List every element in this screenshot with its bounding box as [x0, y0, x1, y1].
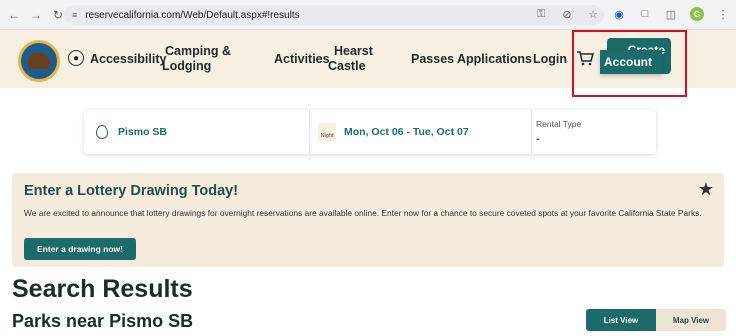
- address-text: reservecalifornia.com/Web/Default.aspx#!…: [85, 9, 300, 21]
- list-view-button[interactable]: List View: [586, 309, 656, 331]
- nav-camping-line2: Lodging: [162, 59, 212, 73]
- shield-extension-icon[interactable]: ◉: [612, 7, 626, 21]
- rental-type-field[interactable]: Rental Type -: [532, 110, 656, 154]
- lottery-description: We are excited to announce that lottery …: [24, 208, 702, 218]
- bookmark-star-icon[interactable]: ☆: [586, 7, 600, 21]
- nav-passes[interactable]: Passes: [411, 52, 454, 67]
- rental-type-label: Rental Type: [536, 119, 582, 129]
- location-field[interactable]: Pismo SB: [84, 110, 310, 154]
- nav-login[interactable]: Login: [533, 52, 567, 67]
- highlight-box: [572, 30, 687, 97]
- browser-toolbar: ← → ↻ ≡ reservecalifornia.com/Web/Defaul…: [0, 0, 736, 30]
- extensions-puzzle-icon[interactable]: □: [638, 7, 652, 21]
- dates-value: Mon, Oct 06 - Tue, Oct 07: [344, 126, 469, 138]
- map-view-button[interactable]: Map View: [656, 309, 726, 331]
- night-badge-icon: Night: [318, 123, 336, 141]
- results-subtitle: Parks near Pismo SB: [12, 311, 194, 331]
- lottery-banner: Enter a Lottery Drawing Today! ★ We are …: [12, 173, 724, 267]
- back-icon[interactable]: ←: [6, 7, 22, 23]
- nav-hearst-line2: Castle: [328, 59, 366, 73]
- california-state-parks-logo[interactable]: [18, 40, 60, 82]
- view-toggle: List View Map View: [586, 309, 726, 331]
- profile-avatar[interactable]: G: [690, 7, 704, 21]
- page-title: Search Results: [12, 275, 193, 303]
- nav-applications[interactable]: Applications: [457, 52, 532, 67]
- accessibility-icon[interactable]: ●: [68, 50, 84, 66]
- enter-drawing-button[interactable]: Enter a drawing now!: [24, 238, 136, 260]
- nav-activities[interactable]: Activities: [274, 52, 330, 67]
- location-pin-icon: [96, 125, 108, 139]
- star-icon[interactable]: ★: [698, 179, 714, 200]
- nav-accessibility[interactable]: Accessibility: [90, 52, 166, 67]
- rental-type-value: -: [536, 133, 540, 145]
- bear-icon: [28, 53, 50, 69]
- forward-icon[interactable]: →: [28, 7, 44, 23]
- more-menu-icon[interactable]: ⋮: [716, 7, 730, 21]
- location-value: Pismo SB: [118, 126, 168, 138]
- password-key-icon[interactable]: ⚿: [534, 7, 548, 21]
- site-info-icon[interactable]: ≡: [72, 10, 77, 20]
- search-bar: Pismo SB Night Mon, Oct 06 - Tue, Oct 07…: [84, 110, 656, 154]
- split-screen-icon[interactable]: ◫: [664, 7, 678, 21]
- eye-off-icon[interactable]: ⊘: [560, 7, 574, 21]
- nav-camping-line1: Camping &: [165, 44, 231, 58]
- lottery-title: Enter a Lottery Drawing Today!: [24, 183, 239, 199]
- address-bar[interactable]: ≡ reservecalifornia.com/Web/Default.aspx…: [64, 5, 604, 25]
- nav-camping-lodging[interactable]: Camping & Lodging: [162, 44, 231, 74]
- dates-field[interactable]: Night Mon, Oct 06 - Tue, Oct 07: [310, 110, 532, 154]
- nav-hearst-castle[interactable]: Hearst Castle: [328, 44, 373, 74]
- nav-hearst-line1: Hearst: [334, 44, 373, 58]
